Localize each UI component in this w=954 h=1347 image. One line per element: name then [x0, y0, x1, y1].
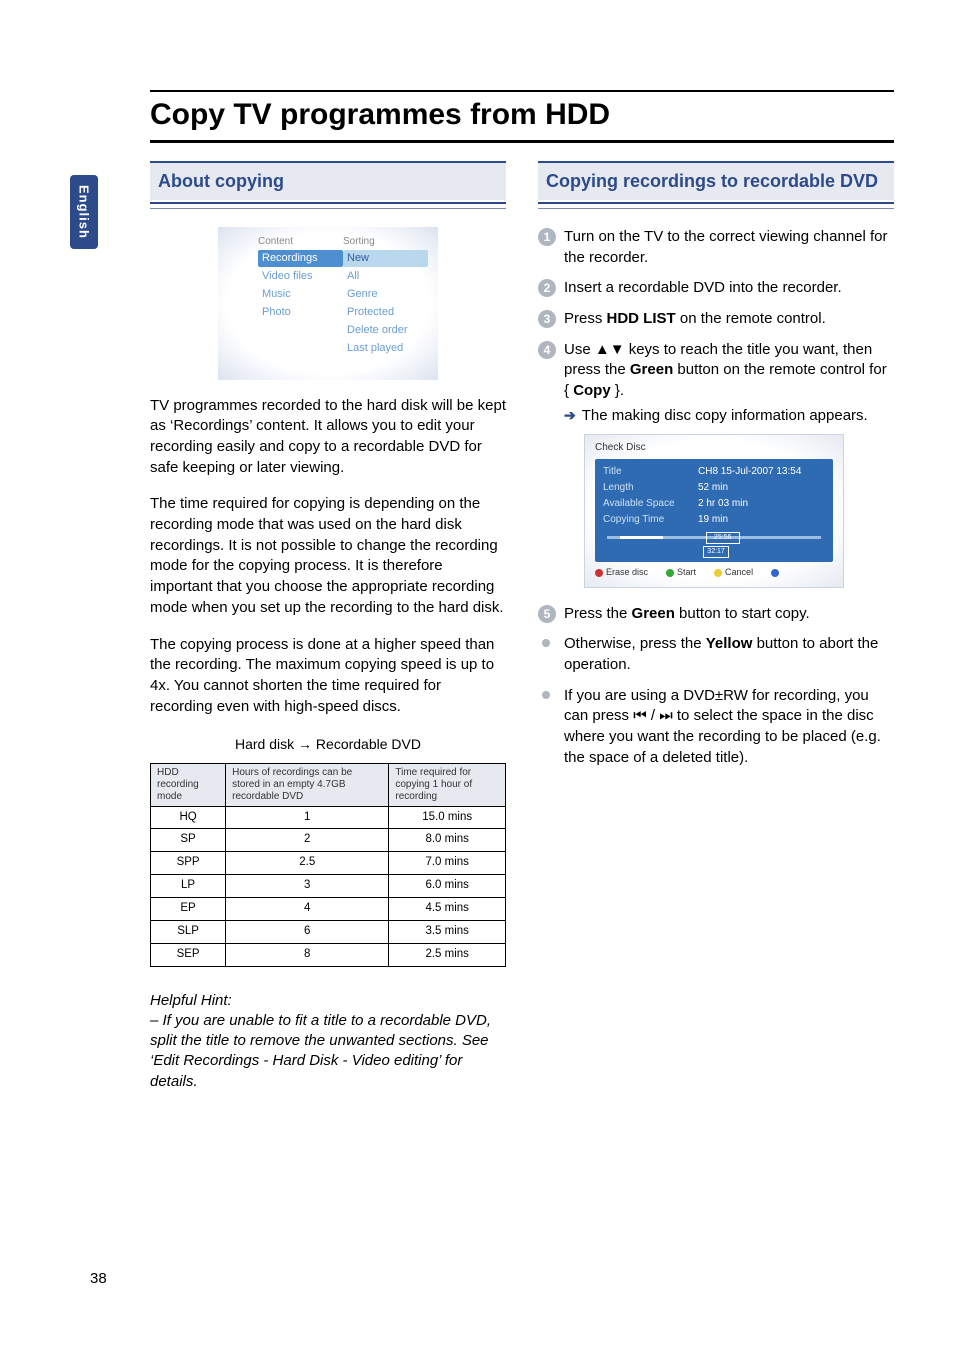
- check-disc-illustration: Check Disc TitleCH8 15-Jul-2007 13:54 Le…: [584, 434, 844, 587]
- heading-rule-thin: [538, 208, 894, 209]
- table-row: EP44.5 mins: [151, 898, 506, 921]
- page-number: 38: [90, 1270, 107, 1287]
- green-dot-icon: [666, 569, 674, 577]
- recording-mode-table: HDD recording mode Hours of recordings c…: [150, 763, 506, 967]
- arrow-right-icon: ➔: [564, 406, 576, 427]
- th-hours: Hours of recordings can be stored in an …: [226, 763, 389, 806]
- th-mode: HDD recording mode: [151, 763, 226, 806]
- about-p2: The time required for copying is dependi…: [150, 494, 506, 618]
- steps-list: Turn on the TV to the correct viewing ch…: [538, 227, 894, 625]
- th-time: Time required for copying 1 hour of reco…: [389, 763, 506, 806]
- helpful-hint: Helpful Hint: – If you are unable to fit…: [150, 991, 506, 1092]
- table-row: HQ115.0 mins: [151, 806, 506, 829]
- check-disc-legend: Erase disc Start Cancel: [595, 566, 833, 578]
- step-3: Press HDD LIST on the remote control.: [538, 309, 894, 330]
- copying-heading: Copying recordings to recordable DVD: [538, 161, 894, 200]
- about-copying-heading: About copying: [150, 161, 506, 200]
- table-row: LP36.0 mins: [151, 875, 506, 898]
- notes-list: Otherwise, press the Yellow button to ab…: [538, 634, 894, 768]
- heading-rule: [538, 202, 894, 204]
- flow-caption: Hard disk → Recordable DVD: [150, 735, 506, 754]
- heading-rule-thin: [150, 208, 506, 209]
- col-sorting-label: Sorting: [343, 235, 428, 249]
- step-5: Press the Green button to start copy.: [538, 604, 894, 625]
- table-row: SEP82.5 mins: [151, 943, 506, 966]
- left-column: About copying Content Sorting Recordings…: [150, 161, 506, 1092]
- right-column: Copying recordings to recordable DVD Tur…: [538, 161, 894, 1092]
- page-title: Copy TV programmes from HDD: [150, 90, 894, 142]
- yellow-dot-icon: [714, 569, 722, 577]
- content-menu-header: Content Sorting: [228, 235, 428, 249]
- table-row: SPP2.57.0 mins: [151, 852, 506, 875]
- hint-body: – If you are unable to fit a title to a …: [150, 1011, 506, 1092]
- table-row: SLP63.5 mins: [151, 920, 506, 943]
- hint-label: Helpful Hint:: [150, 991, 506, 1011]
- step-4: Use ▲▼ keys to reach the title you want,…: [538, 340, 894, 588]
- language-tab: English: [70, 175, 98, 249]
- red-dot-icon: [595, 569, 603, 577]
- step-1: Turn on the TV to the correct viewing ch…: [538, 227, 894, 268]
- blue-dot-icon: [771, 569, 779, 577]
- col-content-label: Content: [258, 235, 343, 249]
- content-menu-illustration: Content Sorting RecordingsNew Video file…: [218, 227, 438, 380]
- about-p3: The copying process is done at a higher …: [150, 635, 506, 718]
- table-row: SP28.0 mins: [151, 829, 506, 852]
- note-2: If you are using a DVD±RW for recording,…: [538, 686, 894, 769]
- step-4-sub: ➔The making disc copy information appear…: [564, 406, 894, 427]
- language-label: English: [77, 185, 92, 239]
- step-2: Insert a recordable DVD into the recorde…: [538, 278, 894, 299]
- heading-rule: [150, 202, 506, 204]
- note-1: Otherwise, press the Yellow button to ab…: [538, 634, 894, 675]
- about-p1: TV programmes recorded to the hard disk …: [150, 396, 506, 479]
- check-disc-title: Check Disc: [595, 441, 833, 455]
- title-rule: [150, 142, 894, 143]
